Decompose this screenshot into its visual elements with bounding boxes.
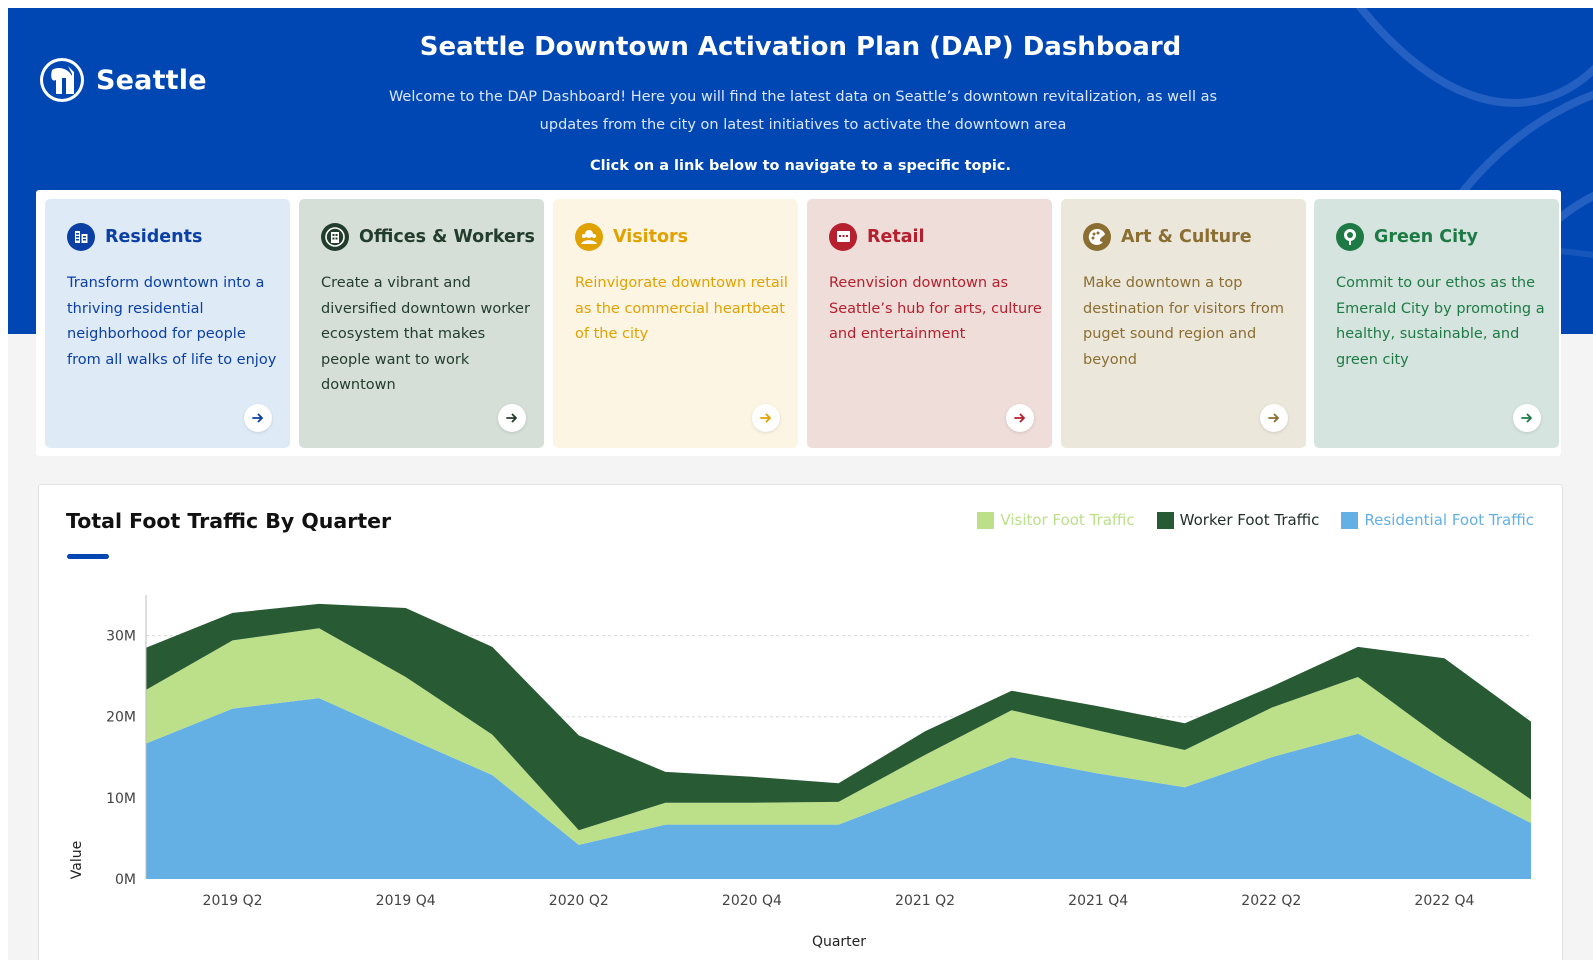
x-tick-label: 2020 Q2 <box>549 893 609 909</box>
seattle-seal-icon <box>40 58 84 102</box>
card-description: Make downtown a top destination for visi… <box>1083 275 1285 368</box>
arrow-right-icon[interactable] <box>1260 404 1288 432</box>
residents-icon <box>67 223 95 251</box>
x-tick-label: 2022 Q2 <box>1241 893 1301 909</box>
navigation-prompt: Click on a link below to navigate to a s… <box>590 158 1011 174</box>
arrow-right-icon[interactable] <box>1006 404 1034 432</box>
x-tick-label: 2021 Q2 <box>895 893 955 909</box>
x-tick-label: 2019 Q2 <box>203 893 263 909</box>
arrow-right-icon[interactable] <box>498 404 526 432</box>
x-tick-label: 2022 Q4 <box>1414 893 1474 909</box>
arrow-right-icon[interactable] <box>752 404 780 432</box>
card-residents[interactable]: Residents Transform downtown into a thri… <box>45 199 290 448</box>
card-title: Retail <box>867 227 925 247</box>
card-title: Green City <box>1374 227 1478 247</box>
card-green-city[interactable]: Green City Commit to our ethos as the Em… <box>1314 199 1559 448</box>
x-tick-label: 2021 Q4 <box>1068 893 1128 909</box>
dashboard-page: Seattle Seattle Downtown Activation Plan… <box>8 8 1593 960</box>
y-tick-label: 20M <box>106 710 136 726</box>
card-visitors[interactable]: Visitors Reinvigorate downtown retail as… <box>553 199 798 448</box>
card-retail[interactable]: Retail Reenvision downtown as Seattle’s … <box>807 199 1052 448</box>
visitors-icon <box>575 223 603 251</box>
arrow-right-icon[interactable] <box>1513 404 1541 432</box>
y-tick-label: 10M <box>106 791 136 807</box>
x-tick-label: 2020 Q4 <box>722 893 782 909</box>
card-offices-workers[interactable]: Offices & Workers Create a vibrant and d… <box>299 199 544 448</box>
brand-name: Seattle <box>96 64 207 96</box>
y-axis-label: Value <box>69 841 85 879</box>
card-art-culture[interactable]: Art & Culture Make downtown a top destin… <box>1061 199 1306 448</box>
arrow-right-icon[interactable] <box>244 404 272 432</box>
card-title: Offices & Workers <box>359 227 535 247</box>
green-city-icon <box>1336 223 1364 251</box>
offices-icon <box>321 223 349 251</box>
retail-icon <box>829 223 857 251</box>
card-description: Reinvigorate downtown retail as the comm… <box>575 275 788 343</box>
card-title: Art & Culture <box>1121 227 1252 247</box>
page-title: Seattle Downtown Activation Plan (DAP) D… <box>419 32 1182 62</box>
y-tick-label: 0M <box>115 872 136 888</box>
card-description: Commit to our ethos as the Emerald City … <box>1336 275 1545 368</box>
card-description: Create a vibrant and diversified downtow… <box>321 275 530 394</box>
x-tick-label: 2019 Q4 <box>376 893 436 909</box>
card-description: Transform downtown into a thriving resid… <box>67 275 277 368</box>
intro-text: Welcome to the DAP Dashboard! Here you w… <box>388 89 1218 133</box>
card-description: Reenvision downtown as Seattle’s hub for… <box>829 275 1042 343</box>
seattle-logo[interactable]: Seattle <box>38 56 207 104</box>
x-axis-label: Quarter <box>812 934 866 950</box>
card-title: Visitors <box>613 227 689 247</box>
art-culture-icon <box>1083 223 1111 251</box>
y-tick-label: 30M <box>106 629 136 645</box>
card-title: Residents <box>105 227 203 247</box>
topic-cards: Residents Transform downtown into a thri… <box>36 190 1561 456</box>
foot-traffic-chart-panel: Total Foot Traffic By Quarter Visitor Fo… <box>38 484 1563 960</box>
stacked-area-chart: 0M 10M 20M 30M 2019 Q2 2019 Q4 2020 Q2 2020 Q4 2… <box>69 595 1531 950</box>
